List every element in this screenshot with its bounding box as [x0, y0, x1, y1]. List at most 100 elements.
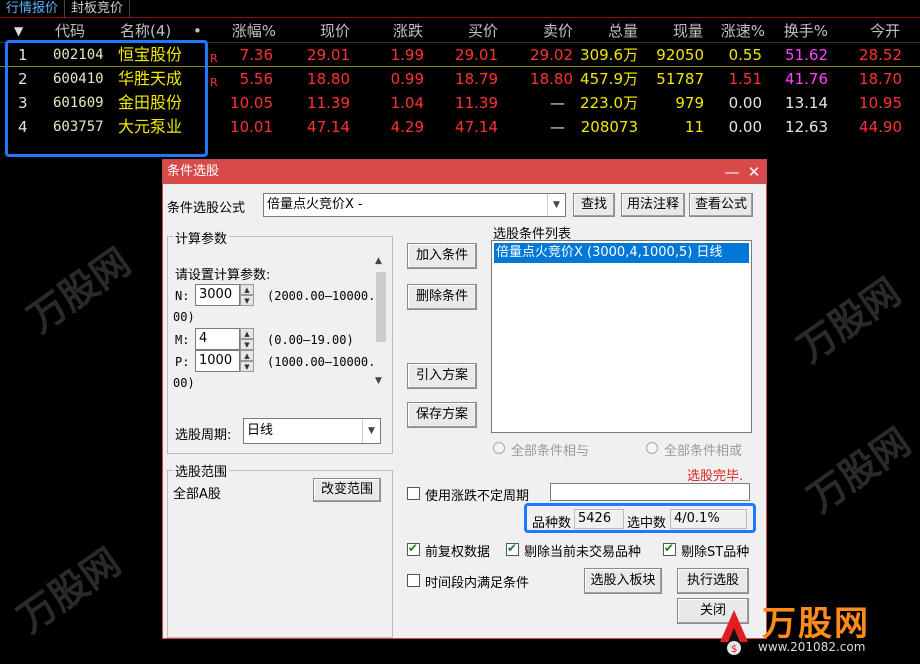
uncertain-period-input[interactable] [550, 483, 750, 501]
range-value: 全部A股 [173, 487, 221, 502]
change: 4.29 [390, 118, 424, 136]
highlight-frame [5, 40, 208, 157]
period-value: 日线 [247, 423, 274, 438]
radio-or[interactable] [646, 442, 658, 454]
col-speed[interactable]: 涨速% [715, 19, 765, 43]
speed: 0.00 [728, 94, 762, 112]
params-prompt: 请设置计算参数: [175, 268, 271, 283]
turnover: 12.63 [785, 118, 828, 136]
bid: 18.79 [455, 70, 498, 88]
time-range-label: 时间段内满足条件 [425, 576, 530, 591]
watermark: 万股网 [19, 239, 139, 342]
exclude-untraded-checkbox[interactable] [506, 541, 519, 556]
radio-and[interactable] [493, 442, 505, 454]
minimize-icon[interactable]: — [722, 160, 742, 184]
open: 18.70 [859, 70, 902, 88]
n-input[interactable]: 3000 [195, 284, 240, 306]
change: 1.99 [390, 46, 424, 64]
change: 1.04 [390, 94, 424, 112]
params-group-label: 计算参数 [173, 228, 230, 247]
dialog-title: 条件选股 [167, 164, 220, 179]
use-uncertain-period-checkbox[interactable] [407, 487, 420, 500]
chevron-down-icon[interactable]: ▼ [362, 419, 380, 443]
tab-limit-auction[interactable]: 封板竞价 [65, 0, 131, 18]
col-cur-vol[interactable]: 现量 [665, 19, 703, 43]
bid: 11.39 [455, 94, 498, 112]
save-plan-button[interactable]: 保存方案 [407, 402, 477, 428]
col-price[interactable]: 现价 [300, 19, 350, 43]
tab-quotes[interactable]: 行情报价 [0, 0, 66, 18]
formula-select[interactable]: 倍量点火竞价X - ▼ [263, 193, 566, 217]
radio-or-label: 全部条件相或 [664, 444, 743, 459]
col-turnover[interactable]: 换手% [778, 19, 828, 43]
watermark: 万股网 [9, 539, 129, 642]
volume: 223.0万 [580, 94, 638, 112]
period-select[interactable]: 日线 ▼ [243, 418, 381, 444]
price: 29.01 [307, 46, 350, 64]
status-text: 选股完毕. [687, 469, 744, 484]
chg-pct: 7.36 [239, 46, 273, 64]
speed: 0.55 [728, 46, 762, 64]
chg-pct: 10.01 [230, 118, 273, 136]
spin-up-icon[interactable]: ▲ [240, 350, 254, 361]
exclude-st-checkbox[interactable] [663, 541, 676, 556]
col-ask[interactable]: 卖价 [535, 19, 573, 43]
open: 10.95 [859, 94, 902, 112]
ask: — [550, 118, 565, 136]
m-label: M: [175, 333, 190, 347]
condition-list-item[interactable]: 倍量点火竞价X (3000,4,1000,5) 日线 [494, 243, 749, 263]
adjust-data-label: 前复权数据 [425, 545, 491, 560]
logo-text: 万股网 [762, 604, 870, 644]
usage-notes-button[interactable]: 用法注释 [621, 193, 685, 217]
chg-pct: 10.05 [230, 94, 273, 112]
add-to-board-button[interactable]: 选股入板块 [584, 568, 662, 594]
open: 44.90 [859, 118, 902, 136]
svg-text:$: $ [731, 644, 737, 655]
adjust-data-checkbox[interactable] [407, 541, 420, 556]
spin-up-icon[interactable]: ▲ [240, 284, 254, 295]
spin-up-icon[interactable]: ▲ [240, 328, 254, 339]
chevron-down-icon[interactable]: ▼ [547, 194, 565, 216]
ask: 29.02 [530, 46, 573, 64]
price: 18.80 [307, 70, 350, 88]
spin-down-icon[interactable]: ▼ [240, 295, 254, 306]
volume: 208073 [580, 118, 638, 136]
params-scrollbar[interactable]: ▲ ▼ [373, 254, 389, 394]
time-range-checkbox[interactable] [407, 574, 420, 587]
col-volume[interactable]: 总量 [600, 19, 638, 43]
col-bid[interactable]: 买价 [460, 19, 498, 43]
delete-condition-button[interactable]: 删除条件 [407, 284, 477, 310]
turnover: 13.14 [785, 94, 828, 112]
scroll-up-icon[interactable]: ▲ [375, 256, 382, 266]
scroll-down-icon[interactable]: ▼ [375, 376, 382, 386]
logo: $ 万股网 www.201082.com [712, 590, 917, 662]
change-range-button[interactable]: 改变范围 [313, 478, 381, 502]
find-button[interactable]: 查找 [573, 193, 615, 217]
exclude-st-label: 剔除ST品种 [681, 545, 750, 560]
add-condition-button[interactable]: 加入条件 [407, 243, 477, 269]
cur-vol: 11 [684, 118, 704, 136]
change: 0.99 [390, 70, 424, 88]
scrollbar-thumb[interactable] [376, 272, 386, 342]
turnover: 51.62 [785, 46, 828, 64]
condition-list[interactable]: 倍量点火竞价X (3000,4,1000,5) 日线 [491, 240, 752, 433]
bid: 29.01 [455, 46, 498, 64]
m-input[interactable]: 4 [195, 328, 240, 350]
logo-url: www.201082.com [758, 640, 866, 654]
col-change[interactable]: 涨跌 [385, 19, 423, 43]
close-icon[interactable]: ✕ [744, 160, 764, 184]
volume: 309.6万 [580, 46, 638, 64]
view-formula-button[interactable]: 查看公式 [689, 193, 753, 217]
spin-down-icon[interactable]: ▼ [240, 361, 254, 372]
watermark: 万股网 [799, 419, 919, 522]
speed: 0.00 [728, 118, 762, 136]
col-chg-pct[interactable]: 涨幅% [220, 19, 276, 43]
n-range: (2000.00—10000. [267, 289, 376, 303]
import-plan-button[interactable]: 引入方案 [407, 363, 477, 389]
p-input[interactable]: 1000 [195, 350, 240, 372]
spin-down-icon[interactable]: ▼ [240, 339, 254, 350]
col-open[interactable]: 今开 [862, 19, 900, 43]
bid: 47.14 [455, 118, 498, 136]
formula-label: 条件选股公式 [167, 201, 246, 216]
dialog-title-bar[interactable]: 条件选股 — ✕ [163, 160, 766, 184]
